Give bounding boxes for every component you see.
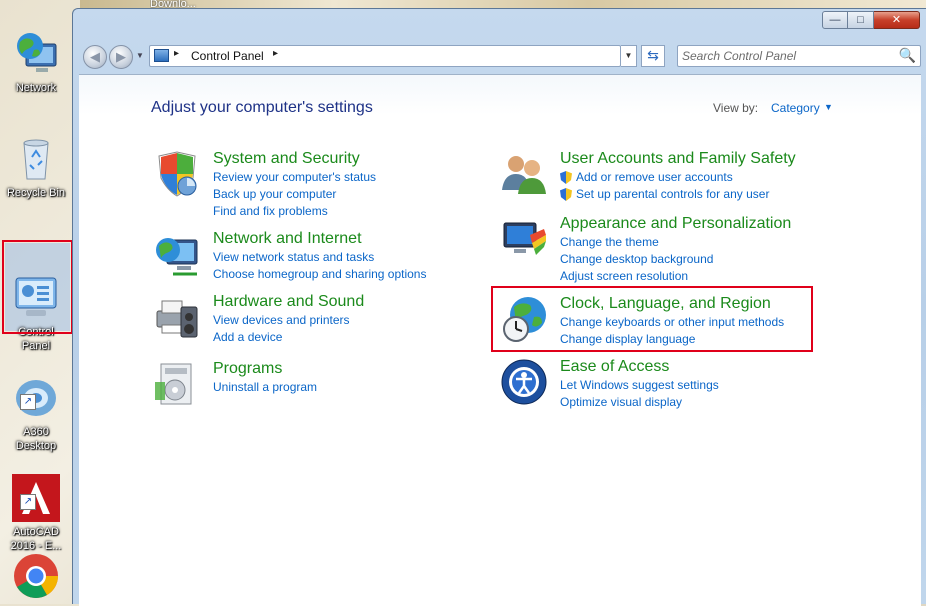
link-review-status[interactable]: Review your computer's status <box>213 170 376 184</box>
category-title[interactable]: Programs <box>213 360 282 378</box>
caption-buttons: — □ ✕ <box>822 11 920 29</box>
view-by-dropdown[interactable]: Category <box>771 101 820 115</box>
recycle-bin-icon <box>12 135 60 183</box>
desktop-icon-red-highlight <box>2 240 73 334</box>
close-button[interactable]: ✕ <box>874 11 920 29</box>
link-add-device[interactable]: Add a device <box>213 330 282 344</box>
link-optimize-display[interactable]: Optimize visual display <box>560 395 682 409</box>
category-title[interactable]: User Accounts and Family Safety <box>560 150 796 168</box>
category-title[interactable]: System and Security <box>213 150 360 168</box>
content-pane: Adjust your computer's settings View by:… <box>79 74 921 606</box>
desktop-icon-recycle-bin[interactable]: Recycle Bin <box>3 135 69 200</box>
link-back-up[interactable]: Back up your computer <box>213 187 336 201</box>
category-title[interactable]: Ease of Access <box>560 358 669 376</box>
ease-of-access-icon[interactable] <box>500 358 548 406</box>
uac-shield-icon <box>560 188 572 201</box>
shortcut-arrow-icon: ↗ <box>20 394 36 410</box>
category-title[interactable]: Appearance and Personalization <box>560 215 791 233</box>
link-network-status[interactable]: View network status and tasks <box>213 250 374 264</box>
autocad-icon: ↗ <box>12 460 60 522</box>
link-devices-printers[interactable]: View devices and printers <box>213 313 350 327</box>
control-panel-small-icon <box>154 49 169 62</box>
chevron-down-icon[interactable]: ▼ <box>824 102 833 112</box>
back-button[interactable]: ◀ <box>83 45 107 69</box>
address-bar[interactable]: ▸ Control Panel ▸ <box>149 45 621 67</box>
uac-shield-icon <box>560 171 572 184</box>
maximize-button[interactable]: □ <box>848 11 874 29</box>
search-box[interactable]: 🔍 <box>677 45 921 67</box>
breadcrumb-control-panel[interactable]: Control Panel <box>191 49 264 63</box>
link-uninstall-program[interactable]: Uninstall a program <box>213 380 317 394</box>
a360-desktop-icon: ↗ <box>12 360 60 416</box>
recent-pages-dropdown[interactable]: ▼ <box>136 51 144 60</box>
user-accounts-icon[interactable] <box>500 150 548 198</box>
minimize-button[interactable]: — <box>822 11 848 29</box>
desktop-icon-chrome[interactable] <box>3 552 69 603</box>
desktop-icon-label: Network <box>15 82 57 94</box>
view-by-label: View by: <box>713 101 759 115</box>
link-screen-resolution[interactable]: Adjust screen resolution <box>560 269 688 283</box>
chrome-icon <box>12 552 60 600</box>
search-input[interactable] <box>682 48 892 64</box>
link-change-theme[interactable]: Change the theme <box>560 235 659 249</box>
shield-security-icon[interactable] <box>153 150 201 198</box>
hardware-sound-icon[interactable] <box>153 293 201 341</box>
link-homegroup[interactable]: Choose homegroup and sharing options <box>213 267 426 281</box>
link-add-remove-accounts[interactable]: Add or remove user accounts <box>576 170 733 184</box>
search-icon[interactable]: 🔍 <box>899 47 916 64</box>
link-windows-suggest[interactable]: Let Windows suggest settings <box>560 378 719 392</box>
refresh-button[interactable]: ⇆ <box>641 45 665 67</box>
desktop-icon-label: Recycle Bin <box>6 187 66 199</box>
desktop-icon-label: AutoCAD 2016 - E... <box>10 526 62 552</box>
programs-icon[interactable] <box>153 360 201 408</box>
network-internet-icon[interactable] <box>153 230 201 278</box>
appearance-icon[interactable] <box>500 215 548 263</box>
link-desktop-background[interactable]: Change desktop background <box>560 252 713 266</box>
desktop-icon-autocad[interactable]: ↗ AutoCAD 2016 - E... <box>3 446 69 553</box>
link-parental-controls[interactable]: Set up parental controls for any user <box>576 187 769 201</box>
address-dropdown-button[interactable]: ▼ <box>621 45 637 67</box>
shortcut-arrow-icon: ↗ <box>20 494 36 510</box>
desktop-icon-a360[interactable]: ↗ A360 Desktop <box>3 346 69 453</box>
red-highlight-box <box>491 286 813 352</box>
link-fix-problems[interactable]: Find and fix problems <box>213 204 328 218</box>
breadcrumb-separator[interactable]: ▸ <box>174 48 179 59</box>
navigation-bar: ◀ ▶ ▼ ▸ Control Panel ▸ ▼ ⇆ 🔍 <box>79 43 921 71</box>
forward-button[interactable]: ▶ <box>109 45 133 69</box>
desktop-icon-network[interactable]: Network <box>3 30 69 95</box>
control-panel-window: — □ ✕ ◀ ▶ ▼ ▸ Control Panel ▸ ▼ ⇆ 🔍 Adju… <box>72 8 926 606</box>
category-title[interactable]: Network and Internet <box>213 230 362 248</box>
category-title[interactable]: Hardware and Sound <box>213 293 364 311</box>
network-globe-icon <box>12 30 60 78</box>
breadcrumb-separator[interactable]: ▸ <box>273 48 278 59</box>
page-title: Adjust your computer's settings <box>151 99 373 116</box>
